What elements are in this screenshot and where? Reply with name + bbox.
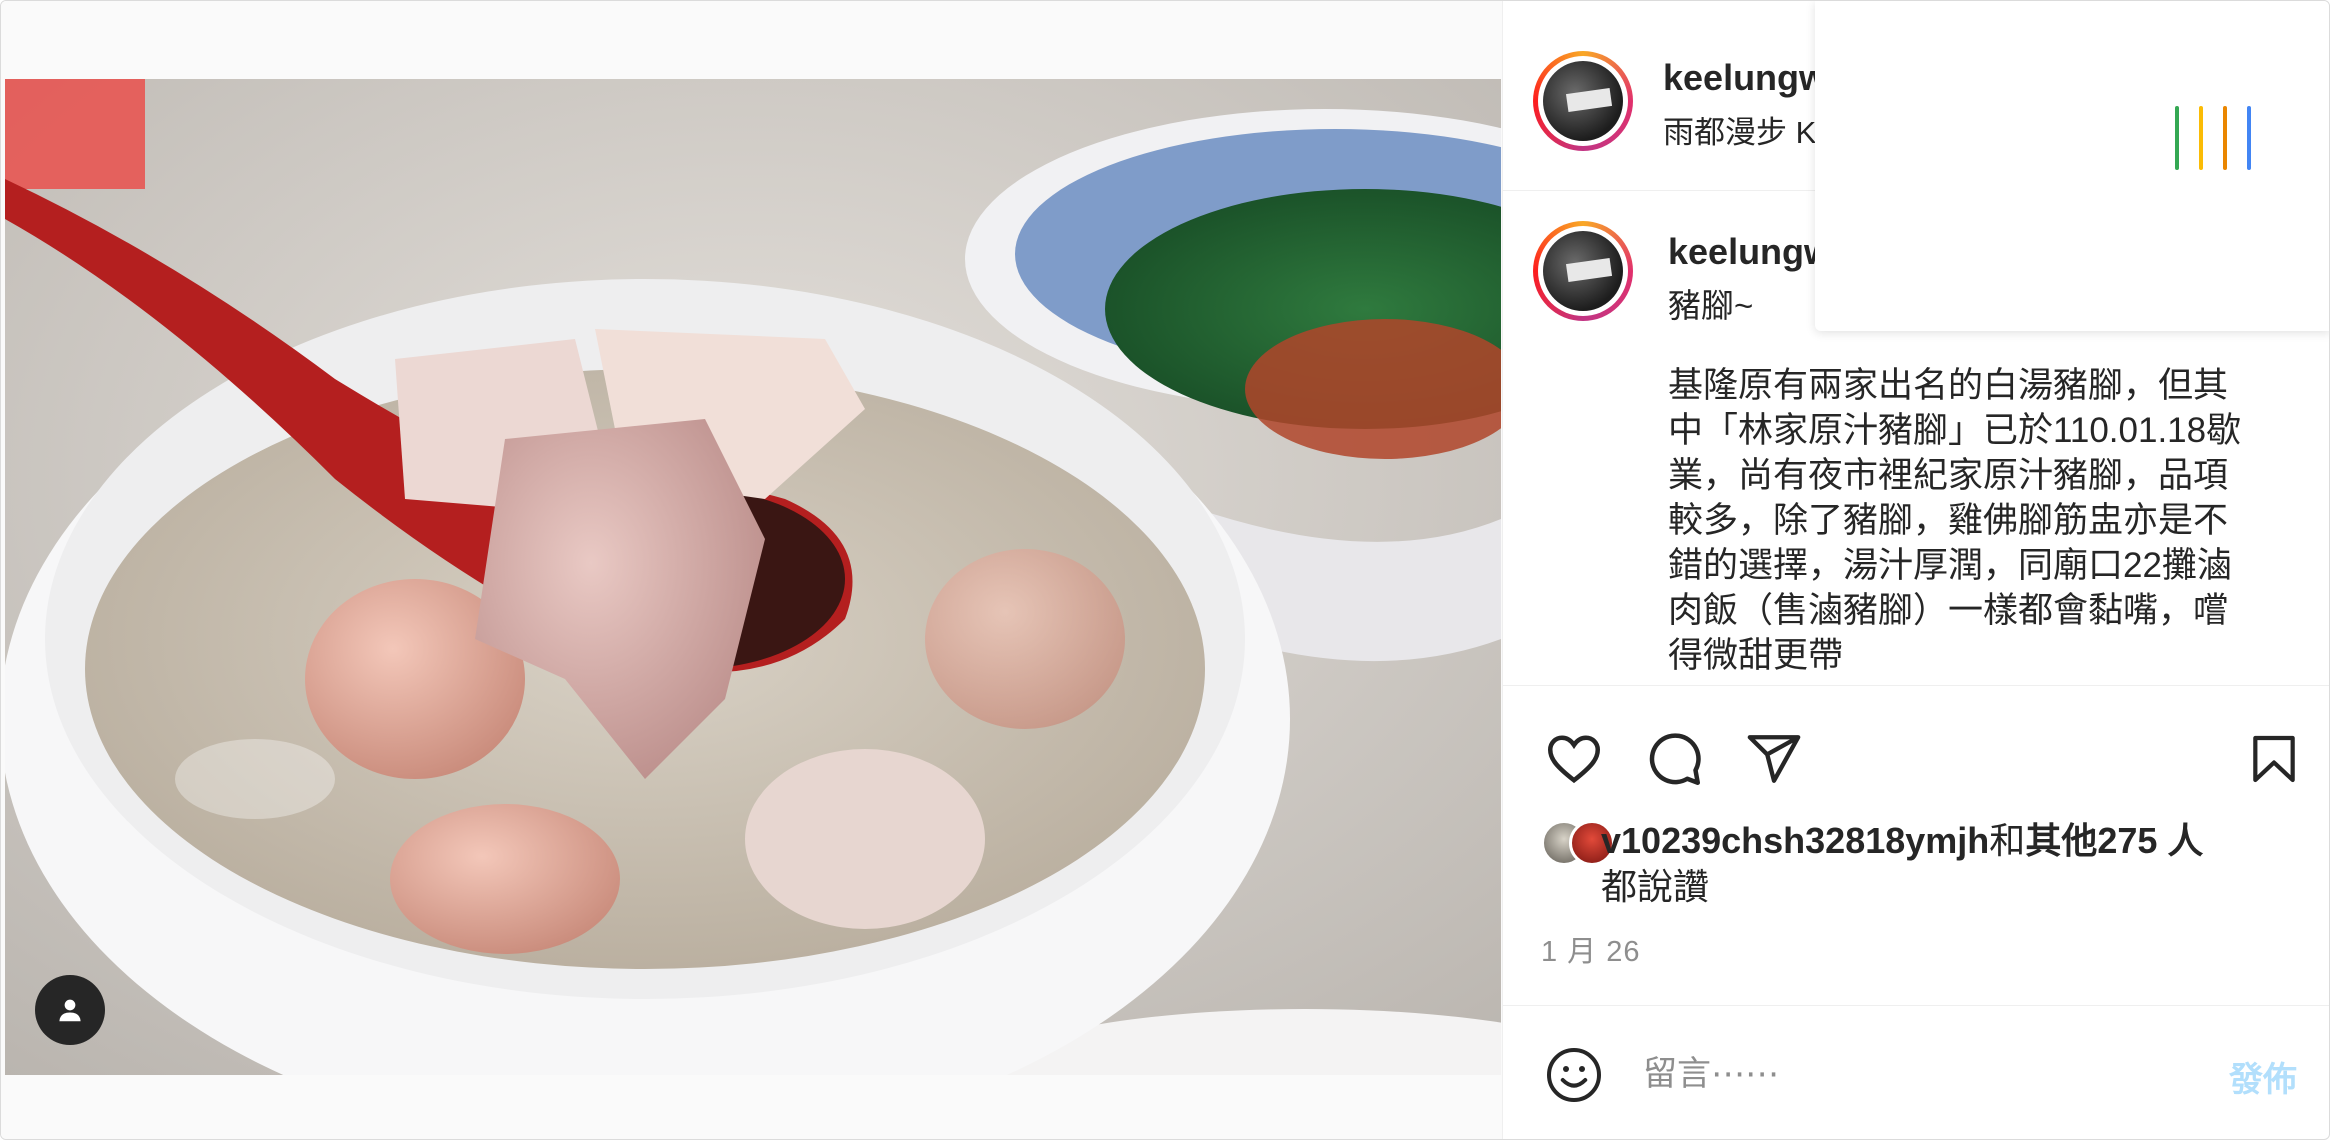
loader-bar bbox=[2247, 106, 2251, 170]
post-modal: keelungw 雨都漫步 K keelungw 豬腳~ 基隆原有兩家出名的白湯… bbox=[0, 0, 2330, 1140]
comment-bar: 發佈 bbox=[1503, 1005, 2329, 1139]
post-comment-button[interactable]: 發佈 bbox=[2229, 1052, 2297, 1101]
loader-bar bbox=[2175, 106, 2179, 170]
liker-username[interactable]: v10239chsh32818ymjh bbox=[1601, 820, 1989, 861]
post-location[interactable]: 雨都漫步 K bbox=[1663, 107, 1816, 152]
post-photo[interactable] bbox=[5, 79, 1501, 1075]
loading-popup bbox=[1815, 1, 2329, 331]
tagged-users-button[interactable] bbox=[35, 975, 105, 1045]
share-icon bbox=[1747, 735, 1801, 783]
user-tag-icon bbox=[59, 999, 81, 1022]
comment-icon bbox=[1649, 733, 1701, 785]
likes-others-link[interactable]: 其他275 人 bbox=[2025, 820, 2203, 861]
comment-button[interactable] bbox=[1641, 726, 1707, 792]
emoji-button[interactable] bbox=[1541, 1042, 1607, 1108]
comment-input[interactable] bbox=[1643, 1046, 2163, 1102]
loader-bar bbox=[2199, 106, 2203, 170]
post-actions: v10239chsh32818ymjh和其他275 人都說讚 1 月 26 bbox=[1503, 685, 2329, 1005]
post-media-panel bbox=[1, 1, 1503, 1139]
caption-text: 基隆原有兩家出名的白湯豬腳，但其中「林家原汁豬腳」已於110.01.18歇業，尚… bbox=[1668, 366, 2242, 675]
save-button[interactable] bbox=[2241, 726, 2307, 792]
loader-bar bbox=[2223, 106, 2227, 170]
caption-first-line: 豬腳~ bbox=[1668, 287, 1754, 324]
caption-username[interactable]: keelungw bbox=[1668, 231, 1832, 273]
post-date[interactable]: 1 月 26 bbox=[1541, 928, 1641, 970]
author-username[interactable]: keelungw bbox=[1663, 57, 1827, 99]
author-avatar[interactable] bbox=[1533, 51, 1633, 151]
share-button[interactable] bbox=[1741, 726, 1807, 792]
loading-indicator bbox=[2175, 106, 2251, 170]
like-button[interactable] bbox=[1541, 726, 1607, 792]
likes-and: 和 bbox=[1989, 820, 2026, 861]
likes-suffix: 都說讚 bbox=[1601, 866, 1710, 907]
bookmark-icon bbox=[2253, 735, 2295, 783]
likes-summary: v10239chsh32818ymjh和其他275 人都說讚 bbox=[1541, 818, 2321, 910]
emoji-icon bbox=[1547, 1048, 1601, 1102]
caption-author-avatar[interactable] bbox=[1533, 221, 1633, 321]
heart-icon bbox=[1547, 735, 1601, 784]
pork-soup-image bbox=[5, 79, 1501, 1075]
